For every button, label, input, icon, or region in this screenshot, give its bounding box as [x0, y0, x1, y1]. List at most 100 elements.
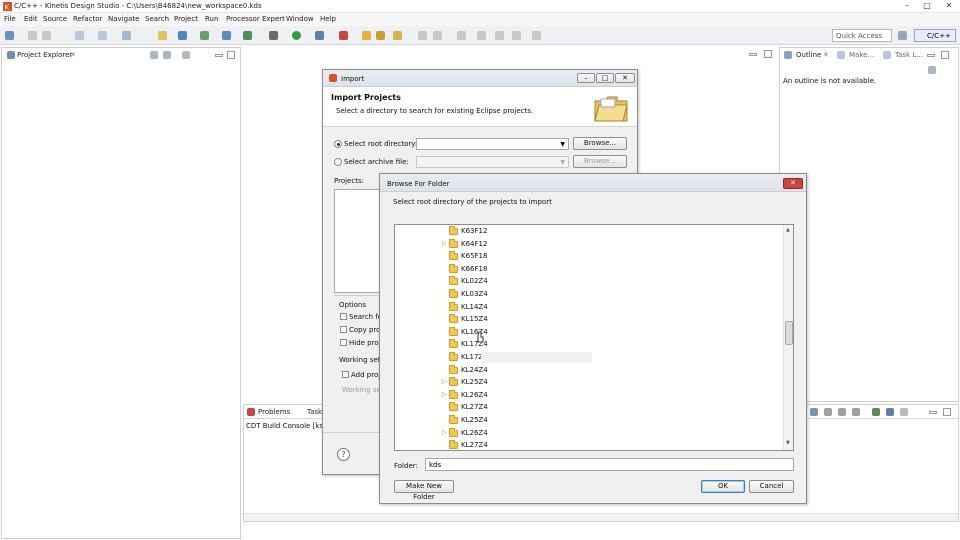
forward-icon[interactable] — [532, 31, 541, 40]
close-tab-icon[interactable]: ✕ — [70, 51, 76, 59]
search-icon[interactable] — [393, 31, 402, 40]
select-root-radio[interactable] — [334, 140, 342, 148]
console-horizontal-scrollbar[interactable] — [244, 513, 958, 521]
console-display-icon[interactable] — [872, 408, 880, 416]
menu-file[interactable]: File — [4, 15, 16, 23]
outline-view-menu-icon[interactable] — [928, 66, 936, 74]
save-all-icon[interactable] — [42, 31, 51, 40]
menu-processor-expert[interactable]: Processor Expert — [226, 15, 285, 23]
new-project-icon[interactable] — [178, 31, 187, 40]
archive-file-combo[interactable]: ▼ — [416, 156, 569, 168]
menu-run[interactable]: Run — [205, 15, 218, 23]
open-type-icon[interactable] — [362, 31, 371, 40]
menu-search[interactable]: Search — [145, 15, 169, 23]
outline-maximize-button[interactable] — [941, 51, 949, 59]
minimize-window-button[interactable]: – — [898, 1, 916, 11]
scrollbar-thumb[interactable] — [785, 321, 793, 345]
folder-tree-item[interactable]: ▷ KL26Z4 — [395, 389, 775, 402]
menu-source[interactable]: Source — [43, 15, 67, 23]
folder-tree-item[interactable]: KL27Z4 — [395, 440, 775, 450]
last-edit-icon[interactable] — [495, 31, 504, 40]
hide-projects-checkbox[interactable] — [340, 339, 347, 346]
view-menu-icon[interactable] — [182, 51, 190, 59]
menu-edit[interactable]: Edit — [24, 15, 38, 23]
search-nested-checkbox[interactable] — [340, 313, 347, 320]
tab-task-list[interactable]: Task L... — [895, 51, 923, 59]
stop-icon[interactable] — [339, 31, 348, 40]
tab-problems[interactable]: Problems — [258, 408, 290, 416]
folder-tree-item[interactable]: KL15Z4 — [395, 314, 775, 326]
tab-make[interactable]: Make... — [849, 51, 874, 59]
close-outline-tab-icon[interactable]: ✕ — [823, 51, 829, 59]
console-copy-icon[interactable] — [810, 408, 818, 416]
console-pin-icon[interactable] — [852, 408, 860, 416]
outline-minimize-button[interactable] — [927, 54, 935, 57]
copy-projects-checkbox[interactable] — [340, 326, 347, 333]
help-icon[interactable]: ? — [337, 448, 350, 461]
folder-tree-item[interactable]: ▷ KL26Z4 — [395, 427, 775, 440]
open-perspective-icon[interactable] — [898, 31, 907, 40]
import-minimize-button[interactable]: – — [577, 73, 595, 83]
folder-tree-item[interactable]: KL27Z4 — [395, 402, 775, 414]
folder-tree-item[interactable]: KL02Z4 — [395, 276, 775, 288]
redo-icon[interactable] — [98, 31, 107, 40]
folder-tree-item[interactable]: KL17Z4 — [395, 339, 775, 351]
scroll-down-icon[interactable]: ▼ — [786, 440, 790, 446]
editor-minimize-button[interactable] — [749, 53, 757, 56]
run-icon[interactable] — [292, 31, 301, 40]
toggle-block-icon[interactable] — [433, 31, 442, 40]
folder-tree-item[interactable]: KL25Z4 — [395, 415, 775, 427]
menu-navigate[interactable]: Navigate — [108, 15, 139, 23]
quick-access-input[interactable]: Quick Access — [832, 29, 892, 42]
debug-config-icon[interactable] — [243, 31, 252, 40]
ok-button[interactable]: OK — [701, 480, 745, 493]
toggle-mark-icon[interactable] — [418, 31, 427, 40]
maximize-pane-button[interactable] — [227, 51, 235, 59]
folder-input[interactable]: kds — [425, 458, 794, 471]
new-source-icon[interactable] — [222, 31, 231, 40]
root-directory-combo[interactable]: ▼ — [416, 138, 569, 150]
scroll-up-icon[interactable]: ▲ — [786, 227, 790, 233]
undo-icon[interactable] — [75, 31, 84, 40]
debug-icon[interactable] — [269, 31, 278, 40]
console-scroll-lock-icon[interactable] — [838, 408, 846, 416]
menu-help[interactable]: Help — [320, 15, 336, 23]
add-to-working-set-checkbox[interactable] — [342, 371, 349, 378]
project-explorer-title[interactable]: Project Explorer — [17, 51, 72, 59]
build-icon[interactable] — [122, 31, 131, 40]
collapse-all-icon[interactable] — [150, 51, 158, 59]
prev-annotation-icon[interactable] — [477, 31, 486, 40]
editor-maximize-button[interactable] — [764, 50, 772, 58]
make-new-folder-button[interactable]: Make New Folder — [394, 480, 454, 501]
expand-arrow-icon[interactable]: ▷ — [442, 429, 447, 436]
open-element-icon[interactable] — [376, 31, 385, 40]
console-open-icon[interactable] — [886, 408, 894, 416]
projects-list[interactable] — [334, 189, 382, 293]
perspective-cpp-button[interactable]: C/C++ — [914, 29, 956, 42]
hammer-icon[interactable] — [158, 31, 167, 40]
console-maximize-button[interactable] — [943, 408, 951, 416]
maximize-window-button[interactable]: □ — [918, 1, 936, 11]
folder-tree-item[interactable]: K65F18 — [395, 251, 775, 263]
console-clear-icon[interactable] — [824, 408, 832, 416]
menu-project[interactable]: Project — [174, 15, 198, 23]
folder-tree[interactable]: K63F12 ▷ K64F12 K65F18 K66F18 KL02Z4 KL03Z4 KL1… — [394, 224, 794, 451]
next-annotation-icon[interactable] — [457, 31, 466, 40]
close-window-button[interactable]: ✕ — [940, 1, 958, 11]
folder-tree-item[interactable]: ▷ KL25Z4 — [395, 377, 775, 389]
import-close-button[interactable]: ✕ — [615, 73, 635, 83]
expand-arrow-icon[interactable]: ▷ — [442, 391, 447, 398]
import-maximize-button[interactable]: □ — [596, 73, 614, 83]
folder-tree-item[interactable]: ▷ K64F12 — [395, 238, 775, 251]
console-view-menu-icon[interactable] — [900, 408, 908, 416]
tab-outline[interactable]: Outline — [796, 51, 821, 59]
expand-arrow-icon[interactable]: ▷ — [442, 378, 447, 385]
folder-tree-item[interactable]: K63F12 — [395, 226, 775, 238]
menu-window[interactable]: Window — [286, 15, 314, 23]
external-tools-icon[interactable] — [315, 31, 324, 40]
save-icon[interactable] — [28, 31, 37, 40]
menu-refactor[interactable]: Refactor — [73, 15, 102, 23]
tree-vertical-scrollbar[interactable]: ▲ ▼ — [783, 225, 793, 450]
folder-tree-item[interactable]: KL14Z4 — [395, 301, 775, 314]
folder-tree-item[interactable]: KL16Z4 — [395, 326, 775, 339]
